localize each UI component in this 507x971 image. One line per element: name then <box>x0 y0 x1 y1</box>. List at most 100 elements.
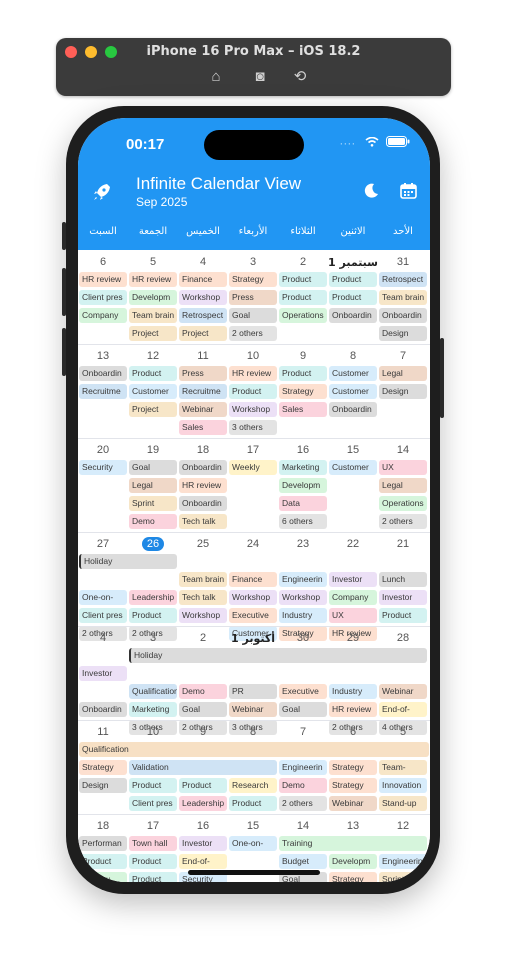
day-number[interactable]: 16 <box>278 444 328 456</box>
event-chip[interactable]: Goal <box>179 702 227 717</box>
event-chip[interactable]: Recruitme <box>79 384 127 399</box>
event-chip[interactable]: Sprint <box>379 872 427 882</box>
event-chip[interactable]: Strategy <box>279 384 327 399</box>
event-chip[interactable]: Finance <box>229 572 277 587</box>
screenshot-icon[interactable]: ◙ <box>251 68 269 86</box>
day-number[interactable]: أكتوبر 1 <box>228 632 278 645</box>
event-chip[interactable]: Tech talk <box>179 590 227 605</box>
event-chip[interactable]: Product <box>179 778 227 793</box>
event-chip[interactable]: Team brain <box>129 308 177 323</box>
event-chip[interactable]: Engineerin <box>279 572 327 587</box>
day-number[interactable]: 6 <box>78 256 128 268</box>
event-chip[interactable]: Demo <box>279 778 327 793</box>
event-chip[interactable]: End-of- <box>379 702 427 717</box>
event-chip[interactable]: Strategy <box>229 272 277 287</box>
event-chip[interactable]: Investor <box>329 572 377 587</box>
event-chip[interactable]: Engineerin <box>279 760 327 775</box>
event-chip[interactable]: Recruitme <box>179 384 227 399</box>
multi-day-event[interactable]: Validation <box>129 760 277 775</box>
event-chip[interactable]: Qualification <box>129 684 177 699</box>
event-chip[interactable]: Product <box>229 384 277 399</box>
event-chip[interactable]: Project <box>129 326 177 341</box>
event-chip[interactable]: Customer <box>329 384 377 399</box>
more-events-label[interactable]: 2 others <box>379 514 427 529</box>
event-chip[interactable]: Legal <box>379 478 427 493</box>
event-chip[interactable]: Product <box>379 608 427 623</box>
event-chip[interactable]: Workshop <box>279 590 327 605</box>
multi-day-event[interactable]: Holiday <box>129 648 427 663</box>
event-chip[interactable]: Strategy <box>329 872 377 882</box>
event-chip[interactable]: Stand-up <box>379 796 427 811</box>
event-chip[interactable]: Press <box>179 366 227 381</box>
event-chip[interactable]: Developm <box>279 478 327 493</box>
event-chip[interactable]: Customer <box>329 460 377 475</box>
day-number[interactable]: 25 <box>178 538 228 550</box>
multi-day-event[interactable]: Qualification <box>79 742 429 757</box>
event-chip[interactable]: PR <box>229 684 277 699</box>
day-number[interactable]: 19 <box>128 444 178 456</box>
day-number[interactable]: 29 <box>328 632 378 644</box>
event-chip[interactable]: Workshop <box>229 402 277 417</box>
day-number[interactable]: 10 <box>128 726 178 738</box>
event-chip[interactable]: Design <box>79 778 127 793</box>
event-chip[interactable]: Product <box>129 366 177 381</box>
event-chip[interactable]: Team- <box>379 760 427 775</box>
day-number[interactable]: 28 <box>378 632 428 644</box>
event-chip[interactable]: Strategy <box>329 778 377 793</box>
rocket-icon[interactable] <box>92 182 112 202</box>
event-chip[interactable]: Onboardin <box>179 496 227 511</box>
day-number[interactable]: 9 <box>178 726 228 738</box>
event-chip[interactable]: Executive <box>229 608 277 623</box>
event-chip[interactable]: Investor <box>179 836 227 851</box>
event-chip[interactable]: Product <box>329 272 377 287</box>
event-chip[interactable]: Retrospect <box>179 308 227 323</box>
event-chip[interactable]: Workshop <box>229 590 277 605</box>
rotate-icon[interactable]: ⟲ <box>291 68 309 86</box>
more-events-label[interactable]: 2 others <box>279 796 327 811</box>
day-number[interactable]: 17 <box>228 444 278 456</box>
day-number[interactable]: 3 <box>228 256 278 268</box>
event-chip[interactable]: Company <box>79 308 127 323</box>
event-chip[interactable]: Security <box>79 460 127 475</box>
event-chip[interactable]: Product <box>129 872 177 882</box>
event-chip[interactable]: Data <box>279 496 327 511</box>
more-events-label[interactable]: 3 others <box>229 420 277 435</box>
event-chip[interactable]: Customer <box>129 384 177 399</box>
event-chip[interactable]: Investor <box>79 666 127 681</box>
event-chip[interactable]: Demo <box>129 514 177 529</box>
event-chip[interactable]: Developm <box>329 854 377 869</box>
day-number[interactable]: 5 <box>128 256 178 268</box>
day-number[interactable]: 13 <box>78 350 128 362</box>
day-number[interactable]: 8 <box>228 726 278 738</box>
event-chip[interactable]: Marketing <box>129 702 177 717</box>
event-chip[interactable]: Review <box>79 872 127 882</box>
calendar-icon[interactable] <box>400 182 417 199</box>
day-number[interactable]: 18 <box>78 820 128 832</box>
day-number[interactable]: 15 <box>228 820 278 832</box>
event-chip[interactable]: Performan <box>79 836 127 851</box>
month-grid[interactable]: 31 سبتمبر 1 2 3 4 5 6 Retrospect Product Product S… <box>78 250 430 882</box>
event-chip[interactable]: Innovation <box>379 778 427 793</box>
event-chip[interactable]: Team brain <box>379 290 427 305</box>
event-chip[interactable]: Company <box>329 590 377 605</box>
event-chip[interactable]: Product <box>79 854 127 869</box>
day-number[interactable]: 13 <box>328 820 378 832</box>
day-number[interactable]: 2 <box>178 632 228 644</box>
day-number[interactable]: 9 <box>278 350 328 362</box>
home-icon[interactable]: ⌂ <box>207 68 225 86</box>
event-chip[interactable]: Product <box>129 608 177 623</box>
event-chip[interactable]: Goal <box>279 702 327 717</box>
day-number[interactable]: 12 <box>378 820 428 832</box>
event-chip[interactable]: End-of- <box>179 854 227 869</box>
day-number[interactable]: 27 <box>78 538 128 550</box>
event-chip[interactable]: Strategy <box>79 760 127 775</box>
event-chip[interactable]: Onboardin <box>329 308 377 323</box>
day-number[interactable]: 12 <box>128 350 178 362</box>
event-chip[interactable]: Product <box>279 290 327 305</box>
event-chip[interactable]: Product <box>129 854 177 869</box>
event-chip[interactable]: One-on- <box>79 590 127 605</box>
event-chip[interactable]: HR review <box>229 366 277 381</box>
day-number[interactable]: 31 <box>378 256 428 268</box>
event-chip[interactable]: Team brain <box>179 572 227 587</box>
event-chip[interactable]: Onboardin <box>379 308 427 323</box>
